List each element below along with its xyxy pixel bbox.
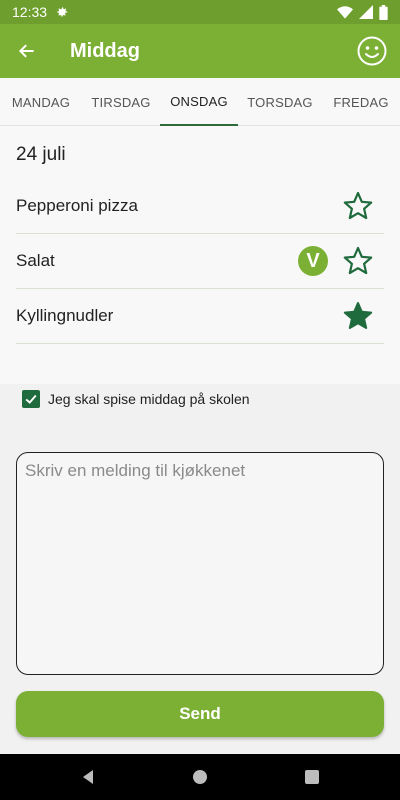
status-bar: 12:33 (0, 0, 400, 24)
tab-tirsdag[interactable]: TIRSDAG (82, 78, 160, 126)
tab-mandag[interactable]: MANDAG (0, 78, 82, 126)
system-nav-bar (0, 754, 400, 800)
menu-item-name: Salat (16, 251, 55, 270)
battery-icon (379, 4, 388, 20)
eat-at-school-checkbox[interactable]: Jeg skal spise middag på skolen (22, 390, 250, 408)
star-outline-icon (343, 191, 373, 220)
arrow-left-icon (18, 44, 34, 58)
wifi-icon (337, 6, 353, 19)
page-title: Middag (70, 39, 140, 62)
check-icon (25, 394, 37, 404)
back-button[interactable] (0, 24, 54, 78)
send-button[interactable]: Send (16, 691, 384, 737)
tab-onsdag[interactable]: ONSDAG (160, 78, 238, 126)
tab-fredag[interactable]: FREDAG (322, 78, 400, 126)
menu-content: 24 juli Pepperoni pizza Salat V Kyllingn… (0, 126, 400, 384)
menu-item-name: Kyllingnudler (16, 306, 114, 325)
nav-back-icon[interactable] (80, 769, 96, 785)
gear-icon (57, 7, 68, 17)
checkbox-box[interactable] (22, 390, 40, 408)
message-input[interactable] (16, 452, 384, 675)
signal-icon (359, 5, 373, 19)
favorite-button[interactable] (342, 300, 374, 332)
vegetarian-badge: V (298, 246, 328, 276)
menu-date: 24 juli (16, 144, 66, 165)
weekday-tabs: MANDAG TIRSDAG ONSDAG TORSDAG FREDAG (0, 78, 400, 126)
menu-item: Kyllingnudler (16, 289, 384, 344)
favorite-button[interactable] (342, 245, 374, 277)
smiley-icon (357, 36, 387, 66)
message-section: Jeg skal spise middag på skolen Send (0, 384, 400, 754)
nav-home-icon[interactable] (192, 769, 208, 785)
app-bar: Middag (0, 24, 400, 78)
nav-recent-icon[interactable] (304, 769, 320, 785)
feedback-button[interactable] (356, 35, 388, 67)
tab-torsdag[interactable]: TORSDAG (238, 78, 322, 126)
checkbox-label: Jeg skal spise middag på skolen (48, 391, 250, 407)
favorite-button[interactable] (342, 190, 374, 222)
star-filled-icon (343, 302, 373, 329)
star-outline-icon (343, 246, 373, 275)
status-time: 12:33 (12, 4, 48, 20)
menu-item: Salat V (16, 234, 384, 289)
menu-item: Pepperoni pizza (16, 179, 384, 234)
menu-item-name: Pepperoni pizza (16, 196, 138, 215)
